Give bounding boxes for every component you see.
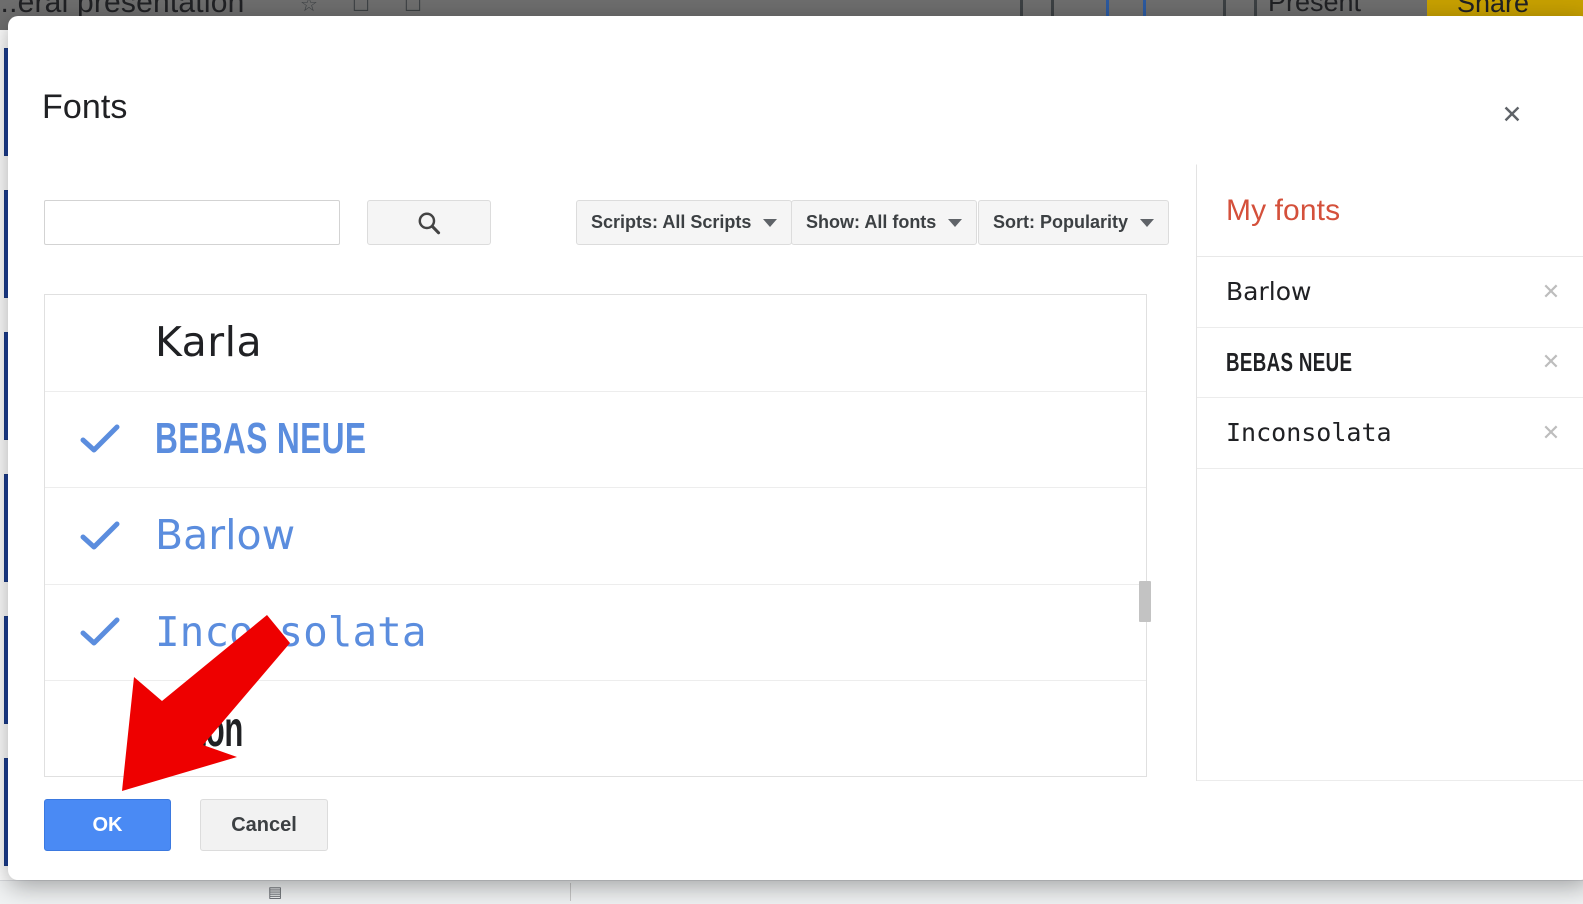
check-cell	[45, 520, 155, 552]
font-name: BEBAS NEUE	[155, 414, 367, 464]
cloud-status-icon[interactable]: ☐	[404, 0, 422, 17]
font-list[interactable]: Karla BEBAS NEUE Barlow Inconsolata Anto…	[44, 294, 1147, 777]
remove-font-icon[interactable]: ✕	[1535, 346, 1567, 378]
my-fonts-item[interactable]: Inconsolata ✕	[1197, 398, 1583, 469]
check-cell	[45, 616, 155, 648]
sort-filter-dropdown[interactable]: Sort: Popularity	[978, 200, 1170, 245]
my-fonts-title: My fonts	[1226, 193, 1341, 227]
divider	[1197, 780, 1583, 781]
font-list-item[interactable]: BEBAS NEUE	[45, 392, 1146, 488]
check-icon	[80, 520, 120, 552]
show-filter-label: Show: All fonts	[806, 212, 937, 232]
my-fonts-item[interactable]: BEBAS NEUE ✕	[1197, 328, 1583, 398]
show-filter-dropdown[interactable]: Show: All fonts	[791, 200, 978, 245]
font-list-item[interactable]: Anton	[45, 681, 1146, 776]
font-name: Inconsolata	[155, 607, 427, 656]
check-icon	[80, 423, 120, 455]
chevron-down-icon	[763, 218, 778, 227]
font-name: Karla	[155, 318, 263, 367]
font-list-item[interactable]: Barlow	[45, 488, 1146, 585]
search-button[interactable]	[367, 200, 491, 245]
my-fonts-header: My fonts	[1197, 165, 1583, 257]
font-list-scrollbar-thumb[interactable]	[1139, 581, 1151, 622]
divider	[570, 883, 571, 901]
font-name: Barlow	[155, 511, 296, 560]
remove-font-icon[interactable]: ✕	[1535, 417, 1567, 449]
my-fonts-item-label: Inconsolata	[1226, 418, 1392, 448]
search-input[interactable]	[44, 200, 340, 245]
close-icon[interactable]: ✕	[1495, 98, 1529, 132]
my-fonts-item-label: Barlow	[1226, 277, 1312, 307]
slides-status-bar: ▤	[0, 880, 1583, 904]
remove-font-icon[interactable]: ✕	[1535, 276, 1567, 308]
check-icon	[80, 616, 120, 648]
fonts-dialog: Fonts ✕ Scripts: All Scripts Show: All f…	[8, 16, 1583, 880]
scripts-filter-dropdown[interactable]: Scripts: All Scripts	[576, 200, 793, 245]
font-name: Anton	[155, 701, 243, 758]
page-title: Fonts	[42, 88, 128, 126]
my-fonts-panel: My fonts Barlow ✕ BEBAS NEUE ✕ Inconsola…	[1196, 164, 1583, 781]
font-list-item[interactable]: Inconsolata	[45, 585, 1146, 681]
my-fonts-item[interactable]: Barlow ✕	[1197, 257, 1583, 328]
move-to-folder-icon[interactable]: ☐	[352, 0, 370, 17]
font-list-item[interactable]: Karla	[45, 295, 1146, 392]
scripts-filter-label: Scripts: All Scripts	[591, 212, 752, 232]
check-cell	[45, 423, 155, 455]
cancel-button[interactable]: Cancel	[200, 799, 328, 851]
my-fonts-item-label: BEBAS NEUE	[1226, 346, 1353, 377]
chevron-down-icon	[1140, 218, 1155, 227]
star-icon[interactable]: ☆	[300, 0, 318, 17]
grid-view-icon[interactable]: ▤	[268, 883, 282, 901]
search-icon	[415, 209, 443, 237]
chevron-down-icon	[948, 218, 963, 227]
sort-filter-label: Sort: Popularity	[993, 212, 1129, 232]
font-list-scrollbar[interactable]	[1135, 294, 1149, 777]
ok-button[interactable]: OK	[44, 799, 171, 851]
